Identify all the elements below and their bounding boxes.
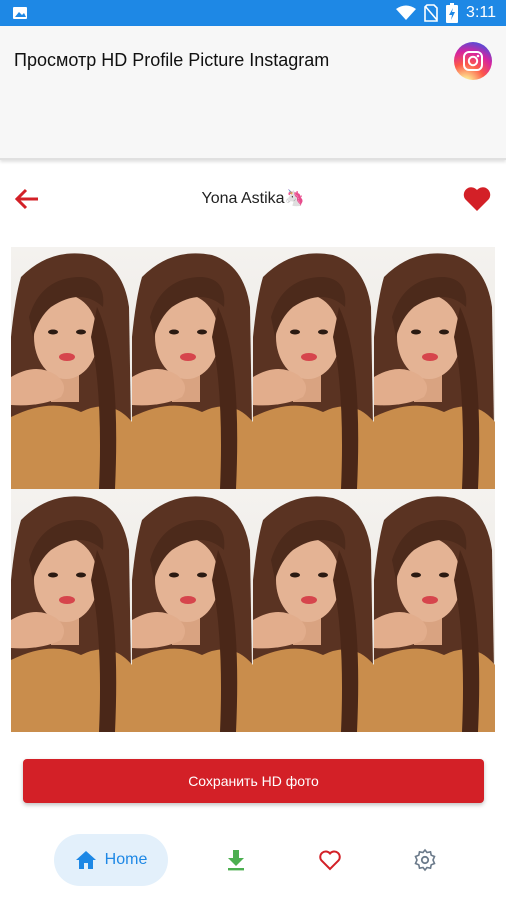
profile-name: Yona Astika🦄 (201, 190, 305, 207)
save-hd-photo-button[interactable]: Сохранить HD фото (23, 759, 484, 803)
photo-collage (11, 247, 495, 732)
bottom-nav: Home (0, 820, 506, 900)
app-title: Просмотр HD Profile Picture Instagram (14, 50, 330, 70)
settings-icon[interactable] (413, 848, 437, 872)
nav-item-label: Home (104, 851, 148, 868)
app-bar: Просмотр HD Profile Picture Instagram (0, 26, 506, 160)
wifi-icon (396, 5, 417, 20)
instagram-icon[interactable] (454, 42, 492, 80)
heart-outline-icon[interactable] (318, 848, 342, 872)
nav-item-home[interactable]: Home (54, 834, 168, 886)
status-bar: 3:11 (0, 0, 506, 26)
no-sim-icon (424, 4, 438, 22)
image-icon (13, 7, 27, 19)
home-icon (75, 851, 96, 869)
heart-icon[interactable] (462, 184, 492, 214)
battery-charging-icon (446, 3, 459, 23)
download-icon[interactable] (224, 848, 248, 872)
profile-photo (11, 247, 495, 732)
profile-header: Yona Astika🦄 (0, 170, 506, 226)
status-time: 3:11 (466, 4, 496, 21)
